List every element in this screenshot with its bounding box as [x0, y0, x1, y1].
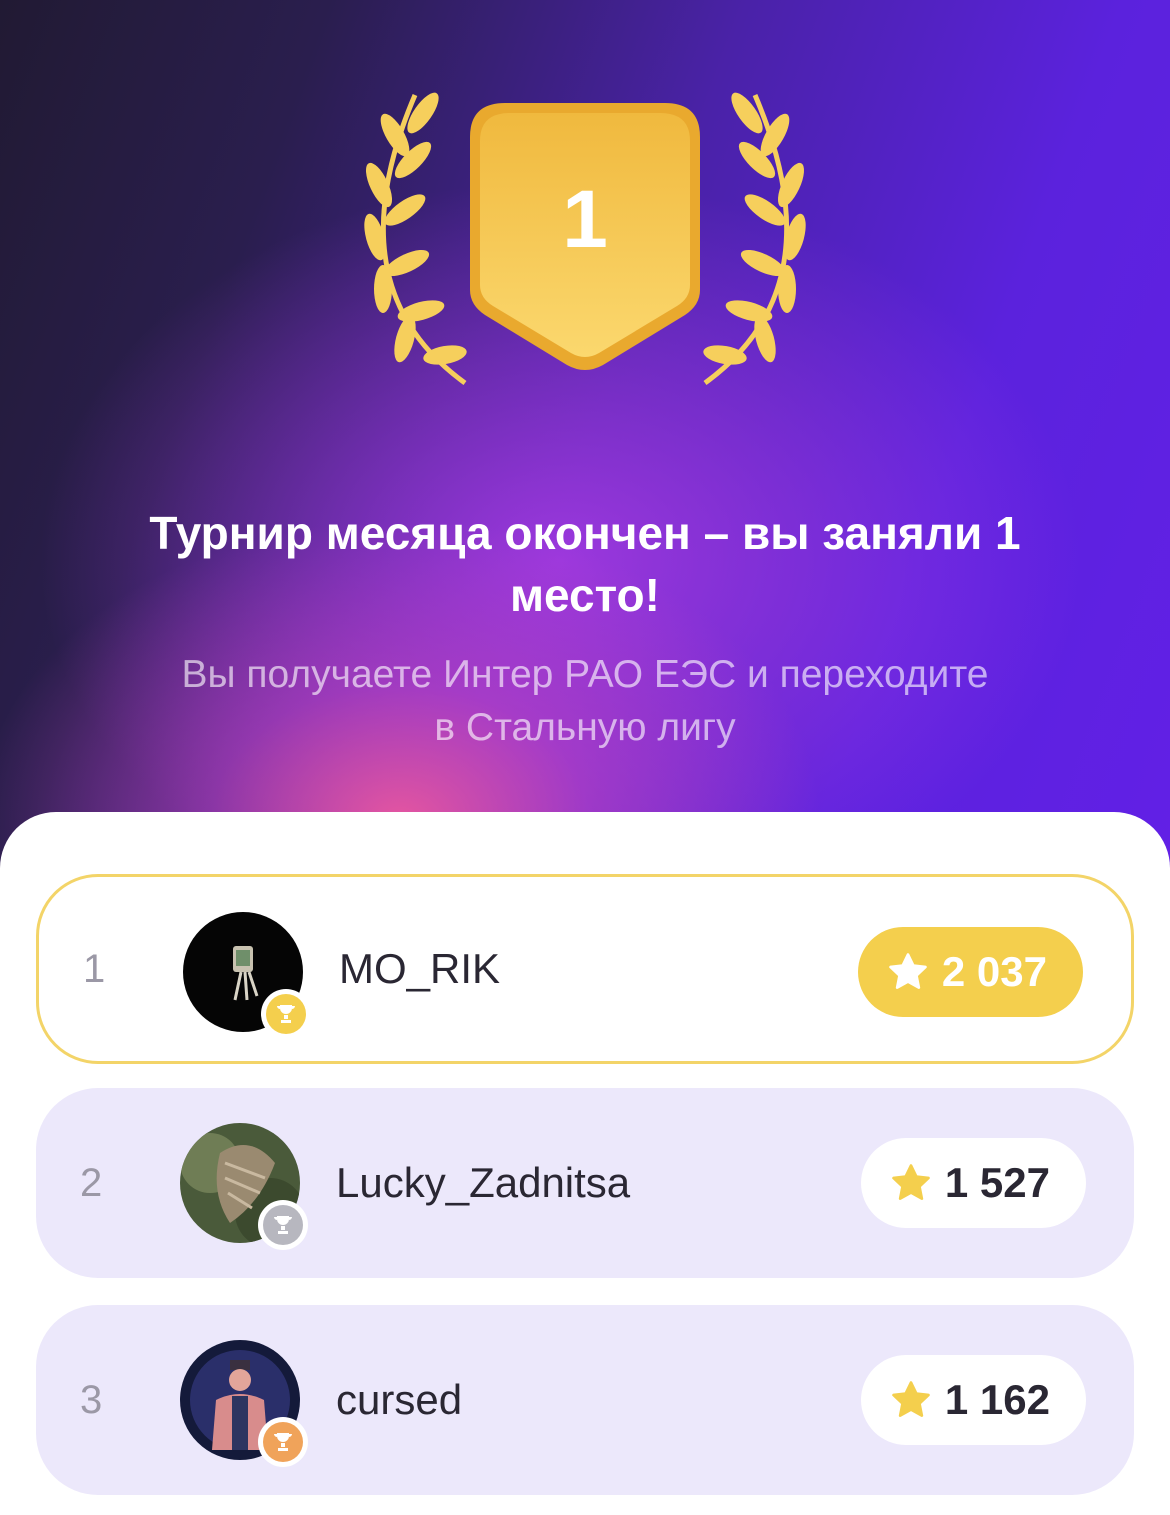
- star-icon: [892, 1164, 930, 1200]
- place-number: 1: [562, 174, 608, 265]
- rank-number: 3: [80, 1377, 103, 1422]
- result-title: Турнир месяца окончен – вы заняли 1 мест…: [149, 507, 1021, 621]
- leaderboard-row[interactable]: 3 cursed 1 162: [36, 1305, 1134, 1495]
- result-subtitle: Вы получаете Интер РАО ЕЭС и переходите …: [181, 653, 989, 749]
- star-icon: [889, 953, 927, 989]
- score-pill: 1 162: [860, 1355, 1086, 1445]
- player-name: Lucky_Zadnitsa: [336, 1159, 631, 1206]
- hero-banner: 1 Турнир месяца окончен – вы заняли 1 ме…: [0, 0, 1170, 900]
- bronze-trophy-icon: [258, 1417, 308, 1467]
- score-pill: 2 037: [857, 927, 1083, 1017]
- score-value: 1 527: [944, 1159, 1050, 1206]
- silver-trophy-icon: [258, 1200, 308, 1250]
- laurel-right-icon: [703, 92, 806, 386]
- player-name: cursed: [336, 1376, 463, 1423]
- leaderboard-row[interactable]: 1 MO_RIK 2 037: [36, 874, 1134, 1064]
- score-value: 1 162: [944, 1376, 1050, 1423]
- score-pill: 1 527: [860, 1138, 1086, 1228]
- rank-number: 1: [83, 946, 106, 991]
- score-value: 2 037: [941, 948, 1047, 995]
- leaderboard-row[interactable]: 2 Lucky_Zadnitsa 1 527: [36, 1088, 1134, 1278]
- rank-number: 2: [80, 1160, 103, 1205]
- player-name: MO_RIK: [339, 945, 501, 992]
- gold-trophy-icon: [261, 989, 311, 1039]
- star-icon: [892, 1381, 930, 1417]
- place-badge: 1: [345, 85, 825, 395]
- laurel-left-icon: [364, 92, 467, 386]
